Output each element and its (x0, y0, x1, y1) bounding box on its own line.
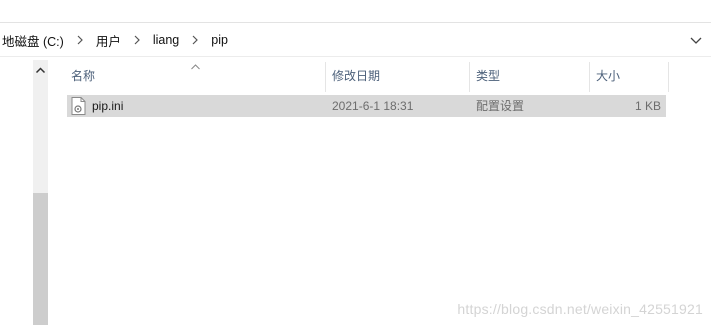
chevron-right-icon[interactable] (129, 32, 145, 48)
scrollbar-thumb[interactable] (33, 193, 48, 325)
column-divider[interactable] (469, 62, 470, 92)
ini-settings-file-icon (71, 97, 86, 115)
file-type: 配置设置 (476, 99, 525, 113)
file-date-modified: 2021-6-1 18:31 (332, 99, 414, 113)
chevron-right-icon[interactable] (72, 32, 88, 48)
window-top-strip (0, 0, 711, 23)
column-header-name[interactable]: 名称 (71, 67, 95, 85)
file-name[interactable]: pip.ini (92, 95, 123, 117)
breadcrumb-drive[interactable]: 地磁盘 (C:) (0, 31, 66, 50)
column-header-date-modified[interactable]: 修改日期 (332, 67, 380, 85)
breadcrumb-current-folder[interactable]: pip (209, 33, 230, 47)
column-divider[interactable] (325, 62, 326, 92)
file-row[interactable]: pip.ini 2021-6-1 18:31 配置设置 1 KB (67, 95, 666, 117)
file-size: 1 KB (634, 99, 661, 113)
column-divider[interactable] (668, 62, 669, 92)
chevron-down-icon[interactable] (689, 33, 703, 47)
sort-ascending-icon (190, 60, 201, 70)
breadcrumb: 地磁盘 (C:) 用户 liang pip (0, 31, 230, 50)
address-bar[interactable]: 地磁盘 (C:) 用户 liang pip (0, 24, 711, 57)
scroll-up-arrow-icon[interactable] (35, 65, 46, 76)
column-divider[interactable] (589, 62, 590, 92)
column-header-type[interactable]: 类型 (476, 67, 500, 85)
breadcrumb-users[interactable]: 用户 (94, 31, 123, 50)
chevron-right-icon[interactable] (187, 32, 203, 48)
watermark-text: https://blog.csdn.net/weixin_42551921 (457, 301, 703, 317)
breadcrumb-user-folder[interactable]: liang (151, 33, 181, 47)
column-header-size[interactable]: 大小 (596, 67, 620, 85)
